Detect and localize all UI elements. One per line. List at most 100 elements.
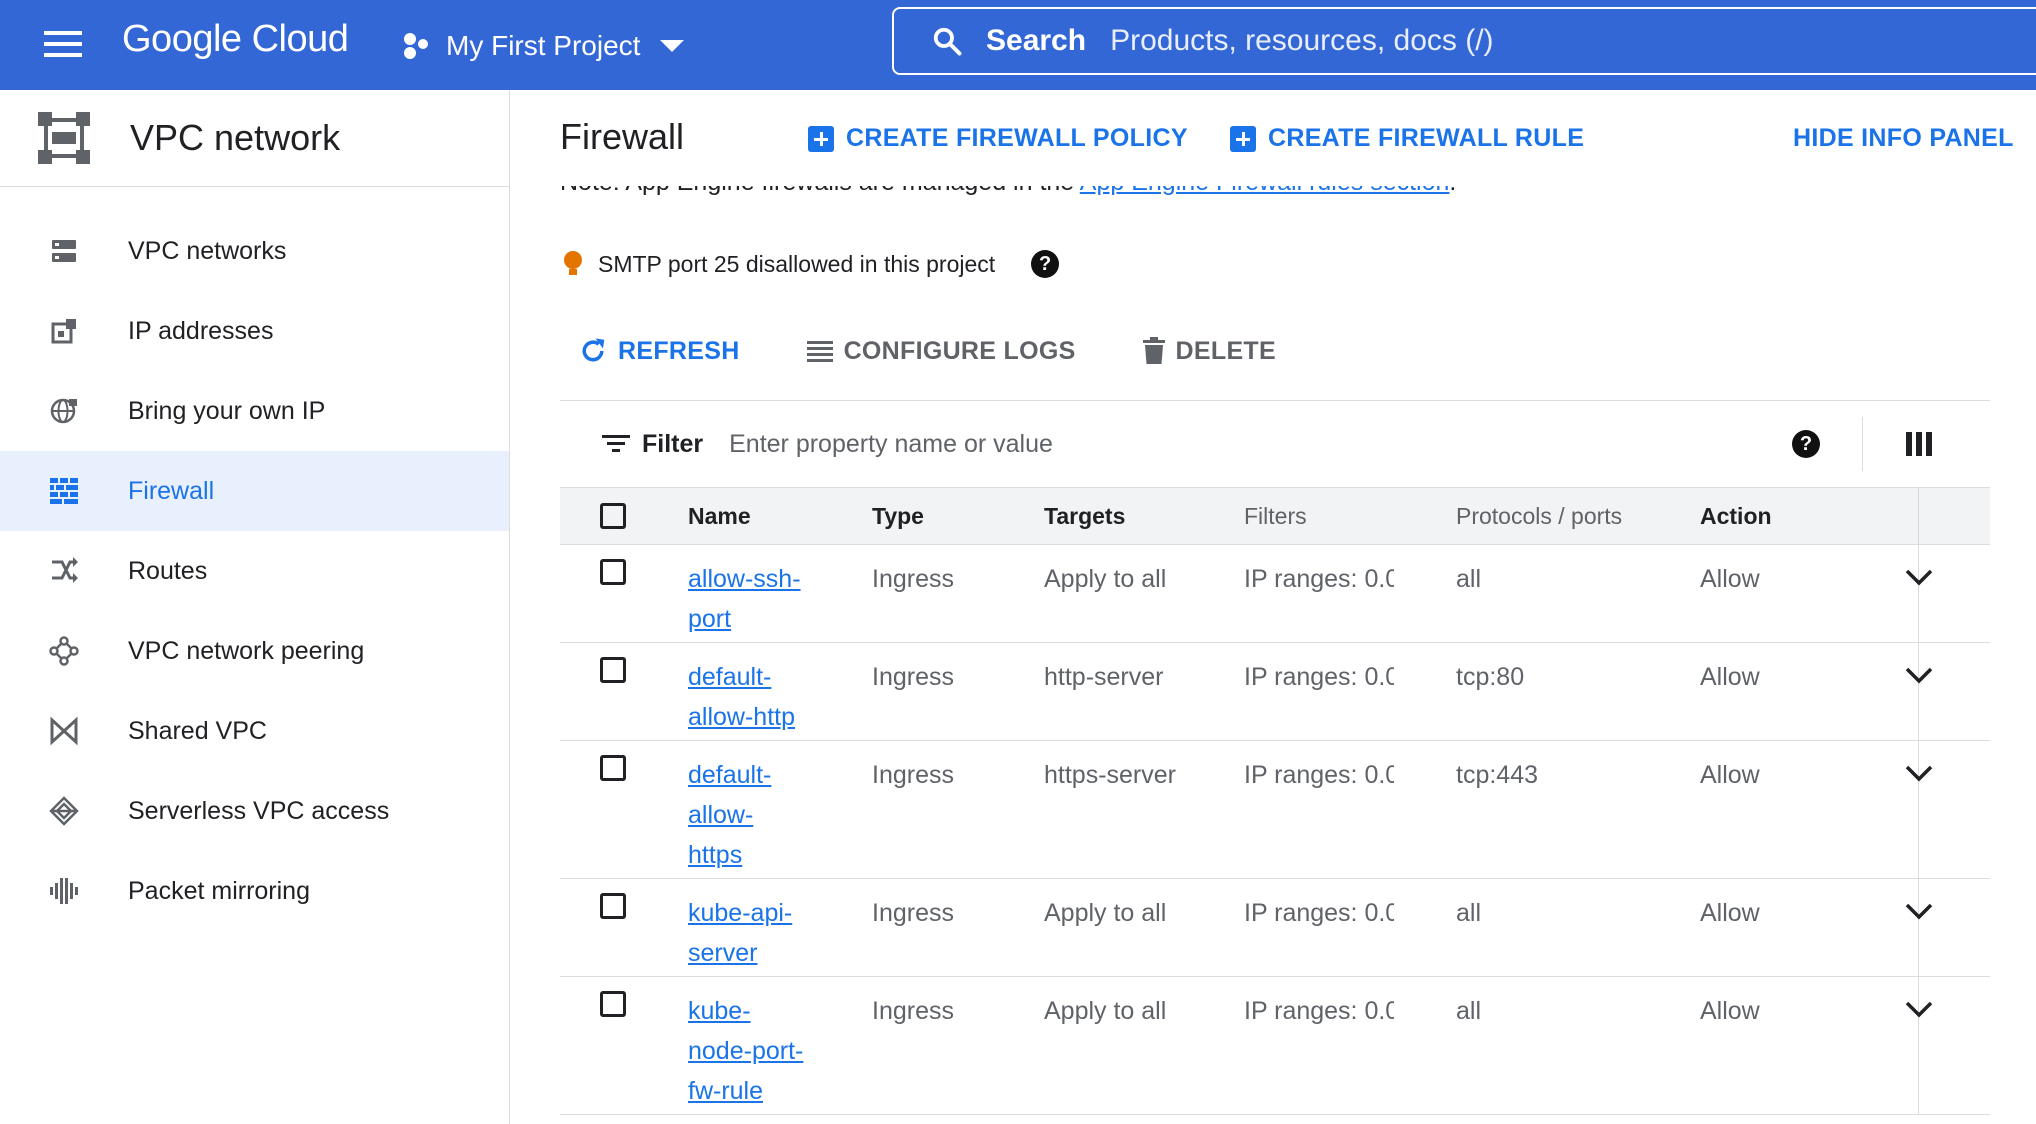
sidebar-item-shared-vpc[interactable]: Shared VPC	[0, 691, 509, 771]
serverless-icon	[48, 795, 80, 827]
globe-icon	[48, 395, 80, 427]
divider	[1918, 977, 1919, 1114]
rule-type: Ingress	[872, 663, 954, 691]
sidebar-item-label: Shared VPC	[128, 716, 267, 745]
rule-action: Allow	[1700, 663, 1760, 691]
rule-name-link[interactable]: allow-http	[688, 697, 795, 737]
expand-chevron-icon[interactable]	[1904, 901, 1934, 921]
peering-icon	[48, 635, 80, 667]
rule-action: Allow	[1700, 997, 1760, 1025]
menu-icon[interactable]	[44, 31, 82, 57]
expand-chevron-icon[interactable]	[1904, 665, 1934, 685]
row-checkbox[interactable]	[600, 893, 626, 919]
rule-name-link[interactable]: kube-	[688, 991, 803, 1031]
column-display-icon[interactable]	[1906, 432, 1932, 456]
rule-name-link[interactable]: allow-	[688, 795, 771, 835]
rule-name-link[interactable]: node-port-	[688, 1031, 803, 1071]
sidebar-item-packet-mirroring[interactable]: Packet mirroring	[0, 851, 509, 931]
sidebar-nav: VPC networks IP addresses Bring your own…	[0, 211, 509, 931]
rule-targets: Apply to all	[1044, 997, 1167, 1025]
sidebar-item-label: Serverless VPC access	[128, 796, 390, 825]
select-all-checkbox[interactable]	[600, 503, 626, 529]
divider	[1918, 545, 1919, 642]
create-firewall-policy-button[interactable]: CREATE FIREWALL POLICY	[808, 124, 1188, 153]
delete-button[interactable]: DELETE	[1142, 337, 1276, 366]
table-row: kube- node-port- fw-rule Ingress Apply t…	[560, 977, 1990, 1115]
column-header-filters[interactable]: Filters	[1244, 503, 1307, 530]
table-row: kube-api- server Ingress Apply to all IP…	[560, 879, 1990, 977]
sidebar-item-routes[interactable]: Routes	[0, 531, 509, 611]
help-icon[interactable]: ?	[1031, 250, 1060, 278]
rule-name: kube- node-port- fw-rule	[688, 991, 803, 1111]
rule-name-link[interactable]: default-	[688, 755, 771, 795]
rule-name-link[interactable]: allow-ssh-	[688, 559, 801, 599]
rule-name-link[interactable]: fw-rule	[688, 1071, 803, 1111]
caret-down-icon	[660, 40, 685, 52]
sidebar-item-vpc-network-peering[interactable]: VPC network peering	[0, 611, 509, 691]
sidebar-item-bring-your-own-ip[interactable]: Bring your own IP	[0, 371, 509, 451]
column-header-action[interactable]: Action	[1700, 503, 1772, 530]
rule-filters: IP ranges: 0.0	[1244, 663, 1394, 691]
filter-input[interactable]: Enter property name or value	[729, 430, 1053, 459]
refresh-label: REFRESH	[618, 336, 740, 365]
sidebar-item-firewall[interactable]: Firewall	[0, 451, 509, 531]
rule-action: Allow	[1700, 899, 1760, 927]
vpc-networks-icon	[48, 235, 80, 267]
rule-name: kube-api- server	[688, 893, 792, 973]
row-checkbox[interactable]	[600, 657, 626, 683]
search-bar[interactable]: Search Products, resources, docs (/)	[892, 7, 2036, 75]
column-header-targets[interactable]: Targets	[1044, 503, 1125, 530]
table-row: default- allow-http Ingress http-server …	[560, 643, 1990, 741]
expand-chevron-icon[interactable]	[1904, 567, 1934, 587]
search-input[interactable]: Products, resources, docs (/)	[1110, 24, 1493, 58]
top-app-bar: Google Cloud My First Project Search Pro…	[0, 0, 2036, 90]
sidebar-item-ip-addresses[interactable]: IP addresses	[0, 291, 509, 371]
rule-protocols: all	[1456, 565, 1482, 593]
column-header-type[interactable]: Type	[872, 503, 924, 530]
sidebar-item-vpc-networks[interactable]: VPC networks	[0, 211, 509, 291]
firewall-rules-table: Filter Enter property name or value ? Na…	[560, 400, 1990, 1115]
rule-name-link[interactable]: kube-api-	[688, 893, 792, 933]
rule-targets: http-server	[1044, 663, 1164, 691]
row-checkbox[interactable]	[600, 559, 626, 585]
project-name: My First Project	[446, 30, 641, 61]
filter-help-icon[interactable]: ?	[1792, 430, 1820, 458]
page-header: Firewall CREATE FIREWALL POLICY CREATE F…	[510, 90, 2036, 186]
sidebar-item-label: VPC network peering	[128, 636, 365, 665]
smtp-notice-text: SMTP port 25 disallowed in this project	[598, 250, 996, 277]
rule-filters: IP ranges: 0.0	[1244, 899, 1394, 927]
rule-name-link[interactable]: port	[688, 599, 801, 639]
sidebar-item-serverless-vpc-access[interactable]: Serverless VPC access	[0, 771, 509, 851]
project-selector[interactable]: My First Project	[402, 26, 685, 66]
rule-name: default- allow-http	[688, 657, 795, 737]
shared-vpc-icon	[48, 715, 80, 747]
lightbulb-icon	[564, 251, 582, 277]
create-firewall-rule-button[interactable]: CREATE FIREWALL RULE	[1230, 124, 1584, 153]
ip-addresses-icon	[48, 315, 80, 347]
column-header-protocols[interactable]: Protocols / ports	[1456, 503, 1622, 530]
divider	[1862, 417, 1863, 471]
rule-filters: IP ranges: 0.0	[1244, 565, 1394, 593]
google-cloud-logo[interactable]: Google Cloud	[122, 18, 349, 61]
create-policy-label: CREATE FIREWALL POLICY	[846, 124, 1188, 152]
search-icon	[933, 27, 962, 56]
rule-targets: Apply to all	[1044, 565, 1167, 593]
rule-name-link[interactable]: https	[688, 835, 771, 875]
divider	[1918, 643, 1919, 740]
rule-targets: Apply to all	[1044, 899, 1167, 927]
row-checkbox[interactable]	[600, 755, 626, 781]
column-header-name[interactable]: Name	[688, 503, 751, 530]
expand-chevron-icon[interactable]	[1904, 999, 1934, 1019]
row-checkbox[interactable]	[600, 991, 626, 1017]
refresh-button[interactable]: REFRESH	[578, 336, 740, 366]
expand-chevron-icon[interactable]	[1904, 763, 1934, 783]
hide-info-panel-button[interactable]: HIDE INFO PANEL	[1793, 124, 2014, 153]
configure-logs-button[interactable]: CONFIGURE LOGS	[806, 337, 1076, 366]
main-content: Firewall CREATE FIREWALL POLICY CREATE F…	[510, 90, 2036, 1124]
search-label: Search	[986, 24, 1087, 57]
sidebar-item-label: VPC networks	[128, 236, 287, 265]
sidebar-item-label: Firewall	[128, 476, 215, 505]
rule-type: Ingress	[872, 565, 954, 593]
rule-name-link[interactable]: server	[688, 933, 792, 973]
rule-name-link[interactable]: default-	[688, 657, 795, 697]
